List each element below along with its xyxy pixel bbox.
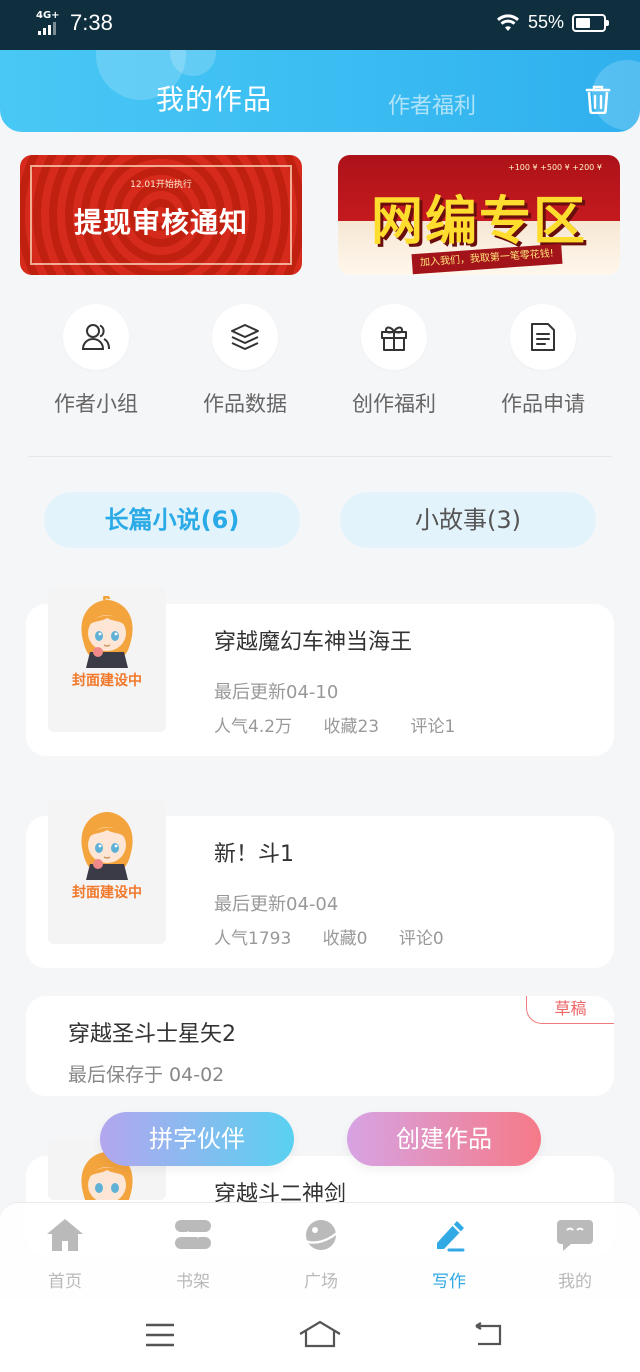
book-cover: 封面建设中: [48, 800, 166, 944]
book-card[interactable]: 封面建设中 新！斗1 最后更新04-04 人气1793 收藏0 评论0: [26, 800, 614, 968]
wifi-icon: [496, 13, 519, 31]
layers-icon: [231, 324, 259, 350]
book-title: 新！斗1: [214, 842, 294, 867]
home-icon: [47, 1219, 83, 1251]
document-icon: [531, 323, 555, 351]
chat-face-icon: [557, 1220, 593, 1251]
draft-card[interactable]: 穿越圣斗士星矢2 最后保存于 04-02 草稿: [26, 996, 614, 1096]
book-comments: 评论1: [410, 717, 456, 737]
gift-icon: [381, 326, 407, 351]
cover-placeholder-text: 封面建设中: [72, 885, 142, 901]
banner-withdraw-notice[interactable]: 12.01开始执行 提现审核通知: [20, 155, 302, 275]
status-bar: 4G+ 7:38 55%: [0, 0, 640, 50]
system-nav-bar: [0, 1300, 640, 1372]
book-card[interactable]: 封面建设中 穿越魔幻车神当海王 最后更新04-10 人气4.2万 收藏23 评论…: [26, 588, 614, 756]
header: 我的作品 作者福利: [0, 50, 640, 132]
banner-title: 网编专区: [370, 192, 587, 252]
home-nav-icon[interactable]: [298, 1320, 342, 1348]
tab-label: 我的: [558, 1272, 592, 1292]
clock: 7:38: [70, 10, 113, 35]
tab-bookshelf[interactable]: 书架: [148, 1217, 238, 1292]
tab-label: 广场: [304, 1272, 338, 1292]
entry-label: 作品申请: [501, 392, 585, 416]
draft-title: 穿越圣斗士星矢2: [68, 1022, 236, 1047]
planet-icon: [304, 1220, 338, 1250]
book-stats: 人气1793 收藏0 评论0: [214, 924, 470, 949]
entry-creation-benefits[interactable]: 创作福利: [324, 304, 464, 418]
entry-label: 作品数据: [203, 392, 287, 416]
bookshelf-icon: [175, 1220, 211, 1249]
anime-girl-icon: [81, 812, 133, 880]
book-favorites: 收藏23: [323, 717, 380, 737]
entry-label: 创作福利: [352, 392, 436, 416]
book-updated: 最后更新04-10: [214, 682, 339, 703]
book-popularity: 人气1793: [214, 929, 292, 949]
book-title: 穿越魔幻车神当海王: [214, 630, 413, 655]
tab-write[interactable]: 写作: [404, 1217, 494, 1292]
quick-entries: 作者小组 作品数据 创作福利 作品申请: [0, 296, 640, 436]
network-type: 4G+: [36, 10, 60, 21]
book-cover: 封面建设中: [48, 588, 166, 732]
partner-button[interactable]: 拼字伙伴: [100, 1112, 294, 1166]
banner-small-text: 12.01开始执行: [130, 180, 192, 190]
create-work-button[interactable]: 创建作品: [347, 1112, 541, 1166]
entry-work-application[interactable]: 作品申请: [473, 304, 613, 418]
anime-girl-icon: [81, 596, 133, 668]
battery-percent: 55%: [527, 12, 564, 32]
tab-label: 首页: [48, 1272, 82, 1292]
back-icon[interactable]: [472, 1322, 504, 1348]
draft-badge: 草稿: [526, 996, 614, 1024]
menu-icon[interactable]: [144, 1322, 176, 1348]
banner-title: 提现审核通知: [73, 206, 248, 239]
bottom-tab-bar: 首页 书架 广场 写作 我的: [0, 1202, 640, 1300]
draft-saved-time: 最后保存于 04-02: [68, 1064, 225, 1086]
battery-icon: [572, 13, 609, 32]
tab-label: 写作: [432, 1272, 466, 1292]
tab-short-stories[interactable]: 小故事(3): [340, 492, 596, 548]
entry-author-group[interactable]: 作者小组: [26, 304, 166, 418]
book-updated: 最后更新04-04: [214, 894, 339, 915]
entry-label: 作者小组: [54, 392, 138, 416]
entry-work-data[interactable]: 作品数据: [175, 304, 315, 418]
divider: [28, 456, 612, 457]
book-comments: 评论0: [398, 929, 444, 949]
tab-mine[interactable]: 我的: [530, 1217, 620, 1292]
cellular-signal-icon: 4G+: [36, 11, 62, 35]
tab-label: 书架: [176, 1272, 210, 1292]
tab-home[interactable]: 首页: [20, 1217, 110, 1292]
cover-placeholder-text: 封面建设中: [72, 673, 142, 689]
book-popularity: 人气4.2万: [214, 717, 293, 737]
tab-my-works[interactable]: 我的作品: [156, 78, 272, 118]
tab-author-benefits[interactable]: 作者福利: [388, 88, 476, 120]
book-favorites: 收藏0: [322, 929, 368, 949]
users-icon: [81, 324, 110, 350]
tab-long-novels[interactable]: 长篇小说(6): [44, 492, 300, 548]
pen-icon: [437, 1221, 465, 1252]
trash-icon[interactable]: [584, 84, 612, 114]
book-stats: 人气4.2万 收藏23 评论1: [214, 712, 481, 737]
banner-money: +100 ¥ +500 ¥ +200 ¥: [508, 163, 602, 172]
banner-editor-zone[interactable]: +100 ¥ +500 ¥ +200 ¥ 网编专区 加入我们，我取第一笔零花钱!: [338, 155, 620, 275]
tab-square[interactable]: 广场: [276, 1217, 366, 1292]
